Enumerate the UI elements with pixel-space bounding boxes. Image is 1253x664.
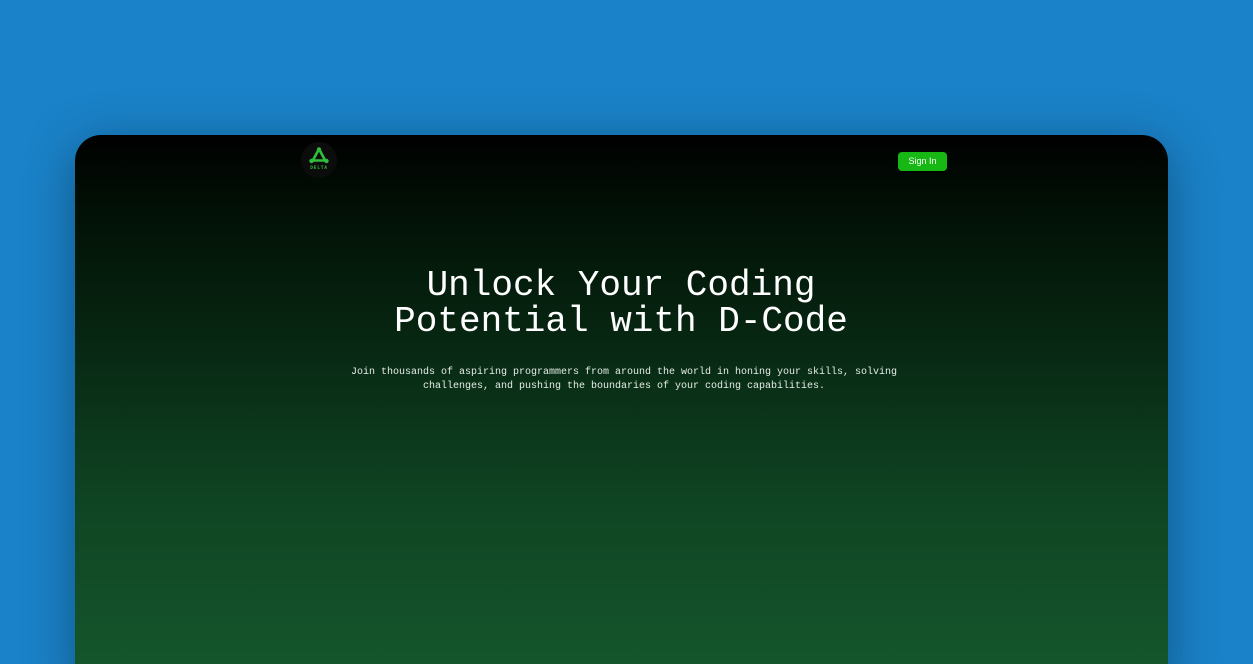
navbar: DELTA Sign In: [75, 135, 1168, 187]
delta-logo[interactable]: DELTA: [301, 142, 337, 178]
sign-in-button[interactable]: Sign In: [898, 152, 947, 171]
delta-triangle-logo-icon: [309, 147, 329, 164]
app-window: DELTA Sign In Unlock Your Coding Potenti…: [75, 135, 1168, 664]
hero-title-line-2: Potential with D-Code: [394, 301, 848, 342]
hero-title-line-1: Unlock Your Coding: [426, 265, 816, 306]
hero-subtitle: Join thousands of aspiring programmers f…: [350, 367, 898, 392]
logo-text: DELTA: [310, 166, 328, 171]
hero-title: Unlock Your Coding Potential with D-Code: [321, 268, 921, 340]
